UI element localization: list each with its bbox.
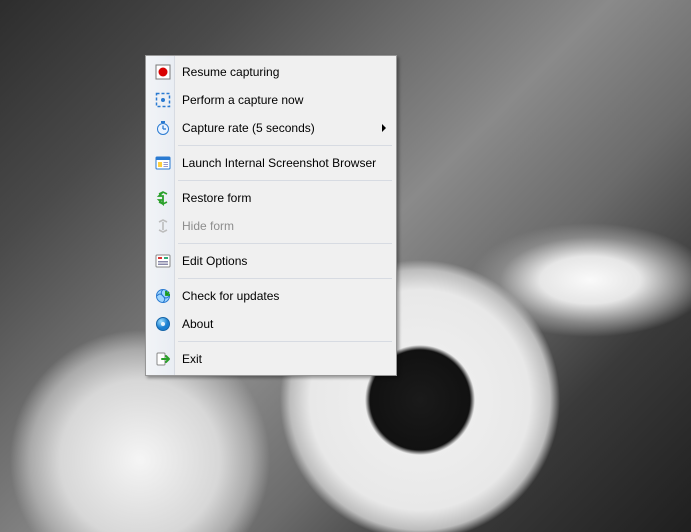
about-icon: [154, 315, 172, 333]
menu-item-label: Perform a capture now: [182, 93, 390, 107]
menu-item-perform[interactable]: Perform a capture now: [148, 86, 394, 114]
menu-item-options[interactable]: Edit Options: [148, 247, 394, 275]
menu-items-container: Resume capturing Perform a capture now C…: [148, 58, 394, 373]
menu-item-updates[interactable]: Check for updates: [148, 282, 394, 310]
menu-item-launch[interactable]: Launch Internal Screenshot Browser: [148, 149, 394, 177]
menu-item-restore[interactable]: Restore form: [148, 184, 394, 212]
submenu-arrow-icon: [382, 124, 386, 132]
menu-item-resume[interactable]: Resume capturing: [148, 58, 394, 86]
menu-item-label: Launch Internal Screenshot Browser: [182, 156, 390, 170]
menu-item-label: Exit: [182, 352, 390, 366]
browser-icon: [154, 154, 172, 172]
menu-separator: [178, 243, 392, 244]
menu-item-label: About: [182, 317, 390, 331]
restore-icon: [154, 189, 172, 207]
menu-item-label: Check for updates: [182, 289, 390, 303]
hide-icon: [154, 217, 172, 235]
capture-icon: [154, 91, 172, 109]
menu-separator: [178, 341, 392, 342]
desktop-background: Resume capturing Perform a capture now C…: [0, 0, 691, 532]
menu-item-label: Capture rate (5 seconds): [182, 121, 382, 135]
menu-item-label: Resume capturing: [182, 65, 390, 79]
exit-icon: [154, 350, 172, 368]
menu-separator: [178, 180, 392, 181]
clock-icon: [154, 119, 172, 137]
tray-context-menu: Resume capturing Perform a capture now C…: [145, 55, 397, 376]
options-icon: [154, 252, 172, 270]
updates-icon: [154, 287, 172, 305]
menu-item-label: Hide form: [182, 219, 390, 233]
menu-item-label: Edit Options: [182, 254, 390, 268]
menu-item-about[interactable]: About: [148, 310, 394, 338]
record-icon: [154, 63, 172, 81]
menu-separator: [178, 278, 392, 279]
menu-item-hide: Hide form: [148, 212, 394, 240]
menu-item-rate[interactable]: Capture rate (5 seconds): [148, 114, 394, 142]
menu-item-exit[interactable]: Exit: [148, 345, 394, 373]
menu-separator: [178, 145, 392, 146]
menu-item-label: Restore form: [182, 191, 390, 205]
